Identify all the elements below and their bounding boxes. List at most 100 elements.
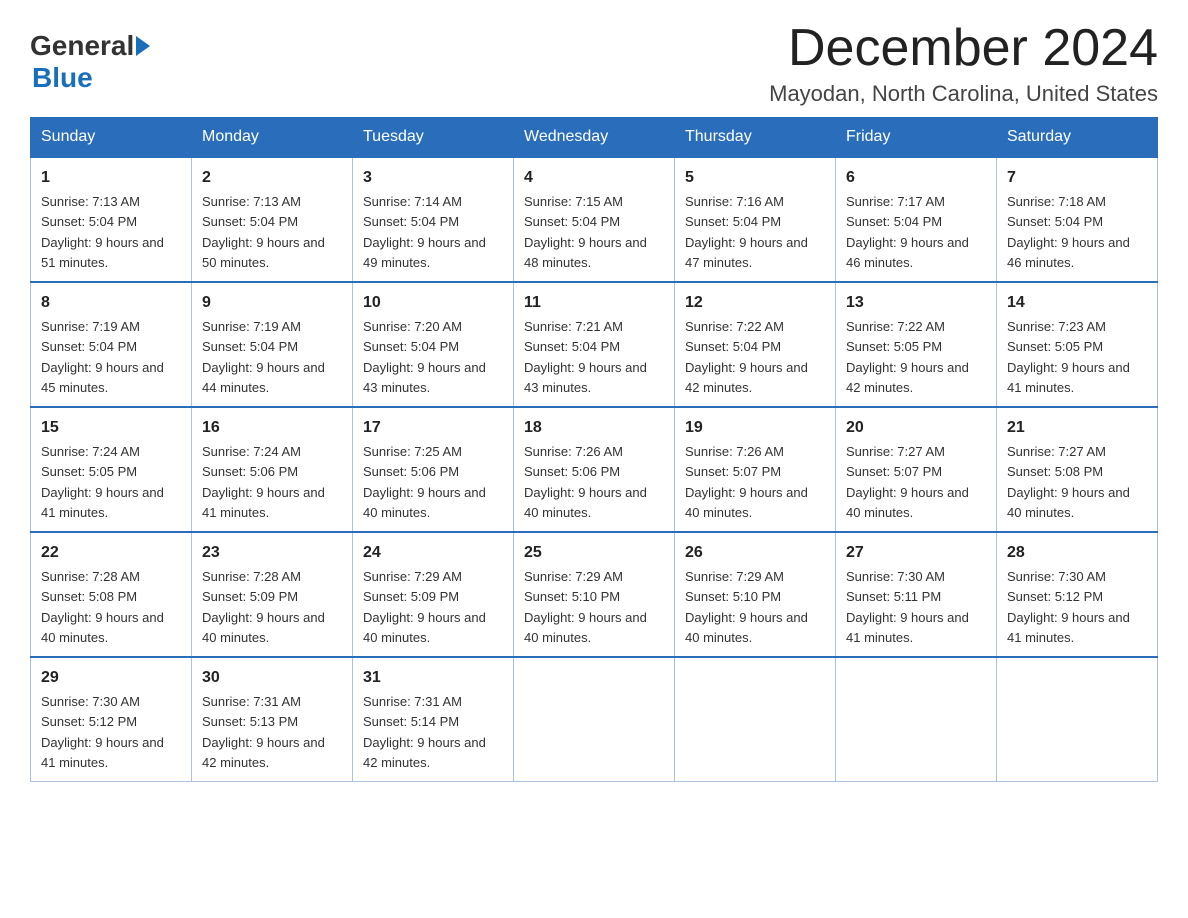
day-info: Sunrise: 7:22 AMSunset: 5:05 PMDaylight:…	[846, 319, 969, 395]
day-info: Sunrise: 7:23 AMSunset: 5:05 PMDaylight:…	[1007, 319, 1130, 395]
day-info: Sunrise: 7:29 AMSunset: 5:10 PMDaylight:…	[524, 569, 647, 645]
header-saturday: Saturday	[997, 118, 1158, 158]
calendar-day-cell: 4 Sunrise: 7:15 AMSunset: 5:04 PMDayligh…	[514, 157, 675, 282]
day-info: Sunrise: 7:18 AMSunset: 5:04 PMDaylight:…	[1007, 194, 1130, 270]
day-info: Sunrise: 7:22 AMSunset: 5:04 PMDaylight:…	[685, 319, 808, 395]
calendar-week-row: 8 Sunrise: 7:19 AMSunset: 5:04 PMDayligh…	[31, 282, 1158, 407]
day-number: 2	[202, 166, 342, 190]
day-number: 26	[685, 541, 825, 565]
day-number: 16	[202, 416, 342, 440]
day-number: 29	[41, 666, 181, 690]
day-number: 23	[202, 541, 342, 565]
calendar-day-cell: 3 Sunrise: 7:14 AMSunset: 5:04 PMDayligh…	[353, 157, 514, 282]
day-info: Sunrise: 7:14 AMSunset: 5:04 PMDaylight:…	[363, 194, 486, 270]
calendar-day-cell: 12 Sunrise: 7:22 AMSunset: 5:04 PMDaylig…	[675, 282, 836, 407]
calendar-day-cell: 26 Sunrise: 7:29 AMSunset: 5:10 PMDaylig…	[675, 532, 836, 657]
day-number: 3	[363, 166, 503, 190]
day-number: 31	[363, 666, 503, 690]
header-friday: Friday	[836, 118, 997, 158]
calendar-table: SundayMondayTuesdayWednesdayThursdayFrid…	[30, 117, 1158, 782]
calendar-day-cell: 13 Sunrise: 7:22 AMSunset: 5:05 PMDaylig…	[836, 282, 997, 407]
day-info: Sunrise: 7:30 AMSunset: 5:12 PMDaylight:…	[41, 694, 164, 770]
logo: General Blue	[30, 30, 152, 94]
location-subtitle: Mayodan, North Carolina, United States	[769, 81, 1158, 107]
calendar-week-row: 29 Sunrise: 7:30 AMSunset: 5:12 PMDaylig…	[31, 657, 1158, 782]
calendar-day-cell: 19 Sunrise: 7:26 AMSunset: 5:07 PMDaylig…	[675, 407, 836, 532]
day-info: Sunrise: 7:13 AMSunset: 5:04 PMDaylight:…	[41, 194, 164, 270]
calendar-day-cell: 9 Sunrise: 7:19 AMSunset: 5:04 PMDayligh…	[192, 282, 353, 407]
day-number: 13	[846, 291, 986, 315]
day-info: Sunrise: 7:28 AMSunset: 5:08 PMDaylight:…	[41, 569, 164, 645]
month-title: December 2024	[769, 20, 1158, 77]
day-number: 1	[41, 166, 181, 190]
day-info: Sunrise: 7:20 AMSunset: 5:04 PMDaylight:…	[363, 319, 486, 395]
calendar-week-row: 15 Sunrise: 7:24 AMSunset: 5:05 PMDaylig…	[31, 407, 1158, 532]
calendar-day-cell: 1 Sunrise: 7:13 AMSunset: 5:04 PMDayligh…	[31, 157, 192, 282]
day-number: 11	[524, 291, 664, 315]
calendar-day-cell: 23 Sunrise: 7:28 AMSunset: 5:09 PMDaylig…	[192, 532, 353, 657]
calendar-week-row: 1 Sunrise: 7:13 AMSunset: 5:04 PMDayligh…	[31, 157, 1158, 282]
day-info: Sunrise: 7:29 AMSunset: 5:10 PMDaylight:…	[685, 569, 808, 645]
calendar-day-cell: 30 Sunrise: 7:31 AMSunset: 5:13 PMDaylig…	[192, 657, 353, 782]
calendar-empty-cell	[836, 657, 997, 782]
calendar-header-row: SundayMondayTuesdayWednesdayThursdayFrid…	[31, 118, 1158, 158]
day-number: 5	[685, 166, 825, 190]
day-info: Sunrise: 7:27 AMSunset: 5:08 PMDaylight:…	[1007, 444, 1130, 520]
calendar-day-cell: 31 Sunrise: 7:31 AMSunset: 5:14 PMDaylig…	[353, 657, 514, 782]
day-number: 9	[202, 291, 342, 315]
calendar-day-cell: 24 Sunrise: 7:29 AMSunset: 5:09 PMDaylig…	[353, 532, 514, 657]
day-number: 7	[1007, 166, 1147, 190]
calendar-day-cell: 6 Sunrise: 7:17 AMSunset: 5:04 PMDayligh…	[836, 157, 997, 282]
calendar-day-cell: 28 Sunrise: 7:30 AMSunset: 5:12 PMDaylig…	[997, 532, 1158, 657]
day-info: Sunrise: 7:13 AMSunset: 5:04 PMDaylight:…	[202, 194, 325, 270]
day-number: 4	[524, 166, 664, 190]
day-info: Sunrise: 7:26 AMSunset: 5:06 PMDaylight:…	[524, 444, 647, 520]
day-info: Sunrise: 7:15 AMSunset: 5:04 PMDaylight:…	[524, 194, 647, 270]
day-number: 28	[1007, 541, 1147, 565]
day-number: 6	[846, 166, 986, 190]
day-info: Sunrise: 7:21 AMSunset: 5:04 PMDaylight:…	[524, 319, 647, 395]
day-info: Sunrise: 7:29 AMSunset: 5:09 PMDaylight:…	[363, 569, 486, 645]
calendar-day-cell: 2 Sunrise: 7:13 AMSunset: 5:04 PMDayligh…	[192, 157, 353, 282]
day-number: 27	[846, 541, 986, 565]
day-info: Sunrise: 7:30 AMSunset: 5:12 PMDaylight:…	[1007, 569, 1130, 645]
day-number: 20	[846, 416, 986, 440]
day-number: 25	[524, 541, 664, 565]
title-area: December 2024 Mayodan, North Carolina, U…	[769, 20, 1158, 107]
logo-general-text: General	[30, 30, 134, 62]
calendar-empty-cell	[675, 657, 836, 782]
day-number: 21	[1007, 416, 1147, 440]
calendar-day-cell: 15 Sunrise: 7:24 AMSunset: 5:05 PMDaylig…	[31, 407, 192, 532]
day-info: Sunrise: 7:16 AMSunset: 5:04 PMDaylight:…	[685, 194, 808, 270]
day-info: Sunrise: 7:19 AMSunset: 5:04 PMDaylight:…	[41, 319, 164, 395]
day-number: 15	[41, 416, 181, 440]
day-info: Sunrise: 7:25 AMSunset: 5:06 PMDaylight:…	[363, 444, 486, 520]
calendar-day-cell: 18 Sunrise: 7:26 AMSunset: 5:06 PMDaylig…	[514, 407, 675, 532]
calendar-empty-cell	[997, 657, 1158, 782]
calendar-day-cell: 25 Sunrise: 7:29 AMSunset: 5:10 PMDaylig…	[514, 532, 675, 657]
page-header: General Blue December 2024 Mayodan, Nort…	[30, 20, 1158, 107]
header-tuesday: Tuesday	[353, 118, 514, 158]
day-number: 18	[524, 416, 664, 440]
day-number: 22	[41, 541, 181, 565]
calendar-empty-cell	[514, 657, 675, 782]
calendar-day-cell: 11 Sunrise: 7:21 AMSunset: 5:04 PMDaylig…	[514, 282, 675, 407]
day-info: Sunrise: 7:30 AMSunset: 5:11 PMDaylight:…	[846, 569, 969, 645]
header-monday: Monday	[192, 118, 353, 158]
header-sunday: Sunday	[31, 118, 192, 158]
logo-arrow-icon	[136, 36, 150, 56]
header-wednesday: Wednesday	[514, 118, 675, 158]
calendar-day-cell: 21 Sunrise: 7:27 AMSunset: 5:08 PMDaylig…	[997, 407, 1158, 532]
day-info: Sunrise: 7:24 AMSunset: 5:06 PMDaylight:…	[202, 444, 325, 520]
day-info: Sunrise: 7:26 AMSunset: 5:07 PMDaylight:…	[685, 444, 808, 520]
day-number: 30	[202, 666, 342, 690]
day-info: Sunrise: 7:24 AMSunset: 5:05 PMDaylight:…	[41, 444, 164, 520]
calendar-day-cell: 22 Sunrise: 7:28 AMSunset: 5:08 PMDaylig…	[31, 532, 192, 657]
day-info: Sunrise: 7:31 AMSunset: 5:13 PMDaylight:…	[202, 694, 325, 770]
calendar-day-cell: 10 Sunrise: 7:20 AMSunset: 5:04 PMDaylig…	[353, 282, 514, 407]
header-thursday: Thursday	[675, 118, 836, 158]
day-number: 8	[41, 291, 181, 315]
day-number: 24	[363, 541, 503, 565]
day-info: Sunrise: 7:17 AMSunset: 5:04 PMDaylight:…	[846, 194, 969, 270]
day-number: 12	[685, 291, 825, 315]
